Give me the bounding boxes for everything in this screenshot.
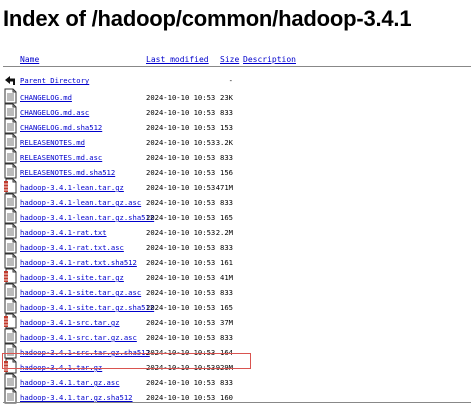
selected-file-highlight xyxy=(2,353,251,369)
parent-directory-row: Parent Directory - xyxy=(0,71,474,88)
file-size: 833 xyxy=(220,333,233,342)
file-link[interactable]: hadoop-3.4.1-rat.txt xyxy=(20,228,107,237)
file-size: 156 xyxy=(220,168,233,177)
file-size: 165 xyxy=(220,213,233,222)
header-divider xyxy=(3,66,471,67)
file-size: 37M xyxy=(220,318,233,327)
text-file-icon xyxy=(4,283,17,299)
file-size: 833 xyxy=(220,243,233,252)
text-file-icon xyxy=(4,148,17,164)
file-size: 3.2K xyxy=(215,138,233,147)
file-size: 165 xyxy=(220,303,233,312)
file-link[interactable]: CHANGELOG.md.asc xyxy=(20,108,89,117)
text-file-icon xyxy=(4,298,17,314)
file-link[interactable]: RELEASENOTES.md xyxy=(20,138,85,147)
file-link[interactable]: hadoop-3.4.1-site.tar.gz xyxy=(20,273,124,282)
archive-file-icon xyxy=(4,268,17,284)
text-file-icon xyxy=(4,373,17,389)
footer-divider xyxy=(3,402,471,403)
file-link[interactable]: hadoop-3.4.1-site.tar.gz.asc xyxy=(20,288,141,297)
file-link[interactable]: hadoop-3.4.1.tar.gz.asc xyxy=(20,378,120,387)
file-link[interactable]: hadoop-3.4.1.tar.gz.sha512 xyxy=(20,393,133,402)
file-size: 471M xyxy=(215,183,233,192)
file-size: 833 xyxy=(220,198,233,207)
sort-by-size-link[interactable]: Size xyxy=(220,55,239,64)
file-link[interactable]: hadoop-3.4.1-src.tar.gz.asc xyxy=(20,333,137,342)
text-file-icon xyxy=(4,133,17,149)
file-size: 833 xyxy=(220,108,233,117)
text-file-icon xyxy=(4,208,17,224)
text-file-icon xyxy=(4,118,17,134)
file-size: 153 xyxy=(220,123,233,132)
text-file-icon xyxy=(4,328,17,344)
text-file-icon xyxy=(4,193,17,209)
page-title: Index of /hadoop/common/hadoop-3.4.1 xyxy=(3,6,412,31)
file-size: 41M xyxy=(220,273,233,282)
back-arrow-icon xyxy=(5,76,15,85)
sort-by-name-link[interactable]: Name xyxy=(20,55,39,64)
parent-directory-link[interactable]: Parent Directory xyxy=(20,76,89,85)
archive-file-icon xyxy=(4,313,17,329)
file-link[interactable]: RELEASENOTES.md.sha512 xyxy=(20,168,115,177)
text-file-icon xyxy=(4,238,17,254)
file-link[interactable]: hadoop-3.4.1-rat.txt.sha512 xyxy=(20,258,137,267)
sort-by-modified-link[interactable]: Last modified xyxy=(146,55,209,64)
file-link[interactable]: hadoop-3.4.1-rat.txt.asc xyxy=(20,243,124,252)
file-link[interactable]: hadoop-3.4.1-lean.tar.gz.asc xyxy=(20,198,141,207)
file-size: 23K xyxy=(220,93,233,102)
text-file-icon xyxy=(4,253,17,269)
file-size: 833 xyxy=(220,378,233,387)
file-link[interactable]: hadoop-3.4.1-lean.tar.gz xyxy=(20,183,124,192)
text-file-icon xyxy=(4,223,17,239)
parent-size: - xyxy=(228,76,233,85)
file-link[interactable]: hadoop-3.4.1-src.tar.gz xyxy=(20,318,120,327)
file-link[interactable]: CHANGELOG.md.sha512 xyxy=(20,123,102,132)
file-size: 2.2M xyxy=(215,228,233,237)
text-file-icon xyxy=(4,103,17,119)
file-link[interactable]: hadoop-3.4.1-site.tar.gz.sha512 xyxy=(20,303,154,312)
text-file-icon xyxy=(4,88,17,104)
file-size: 833 xyxy=(220,288,233,297)
file-link[interactable]: RELEASENOTES.md.asc xyxy=(20,153,102,162)
file-size: 160 xyxy=(220,393,233,402)
file-size: 161 xyxy=(220,258,233,267)
file-link[interactable]: hadoop-3.4.1-lean.tar.gz.sha512 xyxy=(20,213,154,222)
archive-file-icon xyxy=(4,178,17,194)
sort-by-description-link[interactable]: Description xyxy=(243,55,296,64)
text-file-icon xyxy=(4,163,17,179)
file-link[interactable]: CHANGELOG.md xyxy=(20,93,72,102)
file-size: 833 xyxy=(220,153,233,162)
